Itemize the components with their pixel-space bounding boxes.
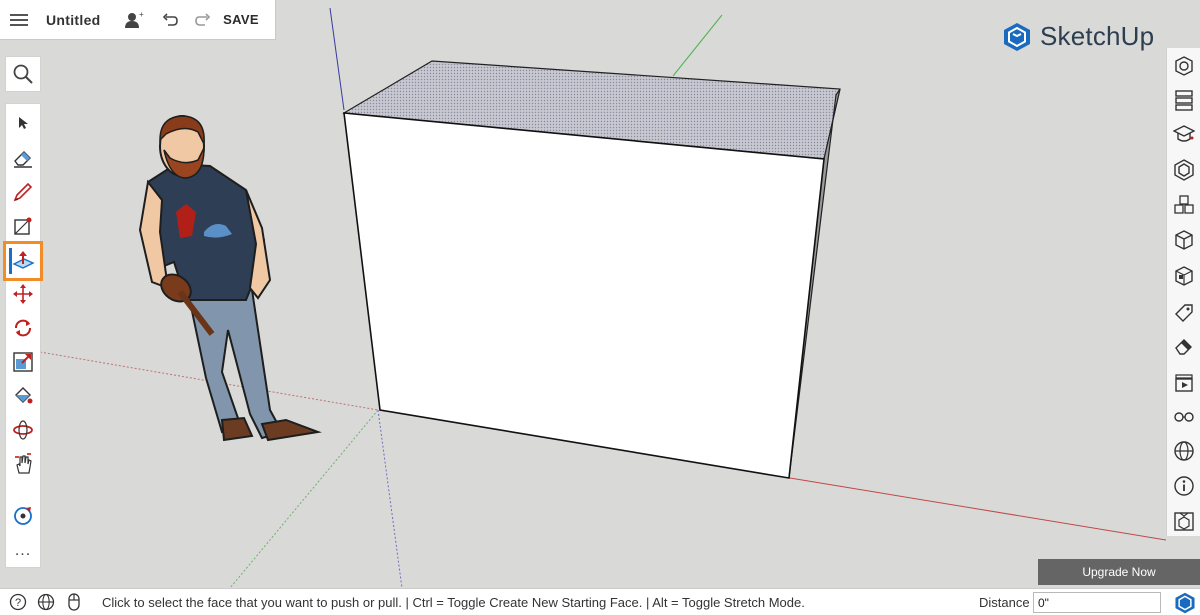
distance-input[interactable] [1033,592,1161,613]
red-axis [789,477,1167,541]
orbit-icon[interactable] [6,413,40,447]
right-panel-strip [1166,48,1200,536]
globe-icon[interactable] [32,589,60,615]
scale-figure[interactable] [138,115,322,442]
search-icon[interactable] [5,56,41,92]
sketchup-logo-icon [1004,22,1030,51]
sketchup-logo-icon [1173,591,1197,615]
status-bar: ? Click to select the face that you want… [0,588,1200,615]
scale-icon[interactable] [6,345,40,379]
status-message: Click to select the face that you want t… [102,594,805,610]
scenes-icon[interactable] [1169,367,1199,397]
select-arrow-icon[interactable] [6,106,40,140]
info-icon[interactable] [1169,471,1199,501]
instructor-icon[interactable] [1169,119,1199,149]
svg-text:+: + [139,11,144,19]
tool-palette: ... [3,103,43,568]
green-axis [672,14,723,77]
document-title[interactable]: Untitled [38,12,116,28]
rectangle-icon[interactable] [6,209,40,243]
blue-axis-dotted [377,409,403,589]
rotate-icon[interactable] [6,311,40,345]
active-tool-indicator [9,248,12,274]
zoom-extents-icon[interactable] [6,499,40,533]
eraser-icon[interactable] [6,141,40,175]
upgrade-now-button[interactable]: Upgrade Now [1038,559,1200,585]
model-viewport[interactable] [0,0,1200,589]
glasses-icon[interactable] [1169,401,1199,431]
entity-info-icon[interactable] [1169,51,1199,81]
undo-icon[interactable] [152,0,188,40]
pencil-icon[interactable] [6,175,40,209]
erase-panel-icon[interactable] [1169,331,1199,361]
logo-text: SketchUp [1040,21,1155,51]
solid-tools-icon[interactable] [1169,261,1199,291]
components-icon[interactable] [1169,155,1199,185]
save-button[interactable]: SAVE [218,0,264,40]
outliner-icon[interactable] [1169,85,1199,115]
distance-label: Distance [979,595,1030,610]
top-toolbar: Untitled + SAVE [0,0,276,40]
mouse-icon[interactable] [60,589,88,615]
help-icon[interactable]: ? [4,589,32,615]
blue-axis [329,7,345,111]
box-front-face[interactable] [343,112,825,479]
warehouse-icon[interactable] [1169,506,1199,536]
push-pull-icon[interactable] [3,241,43,281]
pan-hand-icon[interactable] [6,447,40,481]
paint-bucket-icon[interactable] [6,379,40,413]
svg-text:?: ? [15,597,21,609]
styles-icon[interactable] [1169,225,1199,255]
move-icon[interactable] [6,277,40,311]
add-user-icon[interactable]: + [116,0,152,40]
materials-icon[interactable] [1169,190,1199,220]
hamburger-menu-icon[interactable] [0,0,38,40]
globe-icon[interactable] [1169,436,1199,466]
redo-icon[interactable] [188,0,218,40]
more-tools-button[interactable]: ... [6,534,40,568]
model-canvas[interactable] [0,0,1200,589]
tag-icon[interactable] [1169,297,1199,327]
sketchup-logo: SketchUp [1002,21,1154,52]
